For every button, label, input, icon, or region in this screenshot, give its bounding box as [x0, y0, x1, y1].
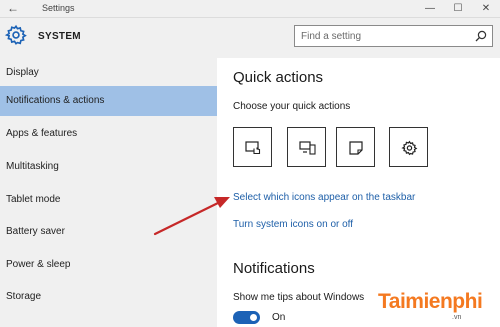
title-bar: ← Settings — ☐ ✕: [0, 0, 500, 18]
search-icon[interactable]: [475, 30, 487, 42]
window-title: Settings: [42, 3, 75, 13]
watermark-logo: Taimienphi .vn: [376, 280, 500, 327]
sidebar-item-notifications-actions[interactable]: Notifications & actions: [0, 86, 217, 116]
sidebar-item-power-sleep[interactable]: Power & sleep: [0, 250, 217, 280]
tips-toggle[interactable]: [233, 311, 260, 324]
sidebar-item-storage[interactable]: Storage: [0, 282, 217, 312]
watermark-domain: .vn: [452, 314, 462, 321]
gear-icon: [5, 24, 27, 45]
quick-action-project[interactable]: [287, 127, 326, 167]
back-arrow-icon[interactable]: ←: [6, 1, 20, 15]
search-box[interactable]: [294, 25, 493, 47]
system-icons-link[interactable]: Turn system icons on or off: [233, 219, 353, 230]
maximize-button[interactable]: ☐: [448, 1, 468, 16]
settings-icon: [401, 140, 418, 156]
tips-toggle-state: On: [272, 312, 286, 323]
settings-header: SYSTEM: [0, 18, 500, 58]
taskbar-icons-link[interactable]: Select which icons appear on the taskbar: [233, 192, 415, 203]
tablet-mode-icon: [245, 141, 261, 155]
quick-action-settings[interactable]: [389, 127, 428, 167]
quick-action-tablet-mode[interactable]: [233, 127, 272, 167]
quick-actions-subtitle: Choose your quick actions: [233, 101, 351, 112]
search-input[interactable]: [301, 29, 471, 44]
quick-actions-heading: Quick actions: [233, 69, 324, 86]
minimize-button[interactable]: —: [420, 1, 440, 16]
notifications-heading: Notifications: [233, 260, 315, 277]
tips-label: Show me tips about Windows: [233, 292, 365, 303]
project-icon: [299, 141, 316, 155]
sidebar-item-apps-features[interactable]: Apps & features: [0, 119, 217, 149]
toggle-knob: [250, 314, 257, 321]
watermark-brand: Taimienphi: [378, 290, 483, 313]
sidebar-item-display[interactable]: Display: [0, 58, 217, 88]
annotation-arrow-icon: [153, 197, 230, 236]
sidebar-item-multitasking[interactable]: Multitasking: [0, 152, 217, 182]
note-icon: [349, 141, 363, 155]
close-button[interactable]: ✕: [476, 1, 496, 16]
quick-action-note[interactable]: [336, 127, 375, 167]
section-title: SYSTEM: [38, 31, 81, 42]
